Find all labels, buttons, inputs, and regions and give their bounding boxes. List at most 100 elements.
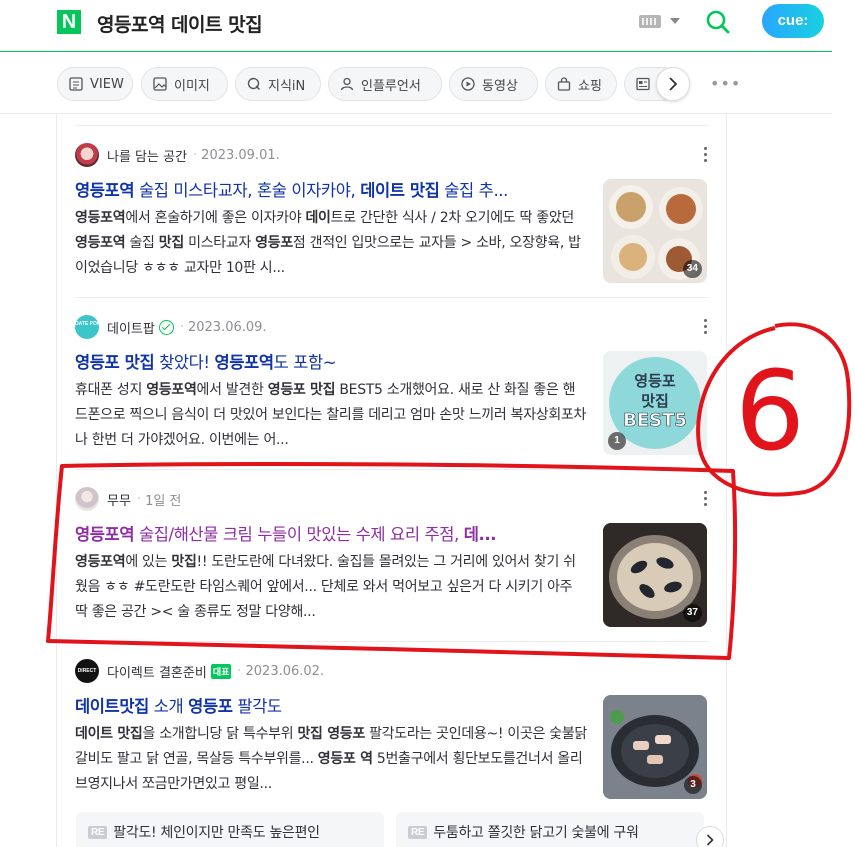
desc-highlight: 영등포역 [146,382,197,398]
desc-highlight: 영등포 맛집 [267,382,336,398]
desc-text: 트로 간단한 식사 / 2차 오기에도 딱 좋았던 [330,210,575,226]
post-date: 1일 전 [145,493,182,509]
desc-highlight: 영등포역 [75,554,126,570]
title-highlight: 영등포역 [75,181,135,200]
desc-text: 을 소개합니당 닭 특수부위 [142,726,298,742]
author-name: 무무 [107,493,131,509]
keyboard-icon[interactable] [639,15,661,28]
result-source[interactable]: 나를 담는 공간 · 2023.09.01. [75,143,280,167]
title-text: 술집 추... [439,181,509,200]
desc-text: 에서 발견한 [196,382,268,398]
result-title[interactable]: 영등포역 술집/해산물 크림 누들이 맛있는 수제 요리 주점, 데... [75,521,595,545]
result-item: DIRECT 다이렉트 결혼준비 대표 · 2023.06.02. 데이트맛집 … [75,659,710,809]
result-thumbnail[interactable]: 영등포 맛집 BEST5 1 [603,351,707,455]
desc-highlight: 영등포역 [75,235,126,251]
desc-text: 술집 [125,235,159,251]
result-thumbnail[interactable]: 34 [603,179,707,283]
chevron-down-icon[interactable] [670,18,680,24]
title-text: 도 포함~ [273,353,337,372]
result-thumbnail[interactable]: 3 [603,695,707,799]
tab-label: VIEW [90,76,124,92]
desc-text: 에서 혼술하기에 좋은 이자카야 [125,210,306,226]
tab-view[interactable]: VIEW [57,67,133,101]
separator-dot: · [193,147,198,163]
re-badge: RE [88,826,108,839]
related-post[interactable]: RE 팔각도! 체인이지만 만족도 높은편인 [76,812,384,847]
title-highlight: 데이트 맛집 [360,181,440,200]
desc-text: 휴대폰 성지 [75,382,147,398]
title-highlight: 데... [463,525,497,544]
result-title[interactable]: 데이트맛집 소개 영등포 팔각도 [75,693,595,717]
title-text: 찾았다! [154,353,215,372]
separator-dot: · [136,491,142,507]
more-icon[interactable]: ••• [710,74,741,93]
avatar: DIRECT [75,659,99,683]
title-highlight: 영등포 맛집 [75,353,155,372]
tabs-next-button[interactable] [656,67,690,101]
result-title[interactable]: 영등포역 술집 미스타교자, 혼술 이자카야, 데이트 맛집 술집 추... [75,177,595,201]
related-post[interactable]: RE 두툼하고 쫄깃한 닭고기 숯불에 구워 [396,812,704,847]
result-source[interactable]: 무무 · 1일 전 [75,487,181,511]
result-source[interactable]: DATE POP 데이트팝 · 2023.06.09. [75,315,267,339]
search-header: N 영등포역 데이트 맛집 cue: [0,0,832,52]
related-post-text: 두툼하고 쫄깃한 닭고기 숯불에 구워 [433,825,639,841]
search-query[interactable]: 영등포역 데이트 맛집 [97,10,263,37]
tab-shopping[interactable]: 쇼핑 [545,67,617,101]
cue-button[interactable]: cue: [762,4,824,38]
naver-logo[interactable]: N [57,10,81,34]
re-badge: RE [408,826,428,839]
chevron-right-icon [706,834,714,846]
result-description[interactable]: 휴대폰 성지 영등포역에서 발견한 영등포 맛집 BEST5 소개했어요. 새로… [75,378,587,453]
tab-label: 쇼핑 [578,78,602,94]
result-thumbnail[interactable]: 37 [603,523,707,627]
kebab-menu-icon[interactable] [704,319,708,335]
result-description[interactable]: 데이트 맛집을 소개합니당 닭 특수부위 맛집 영등포 팔각도라는 곳인데용~!… [75,722,587,797]
author-name: 나를 담는 공간 [107,149,188,165]
image-count-badge: 3 [684,776,702,794]
post-date: 2023.06.02. [245,663,325,679]
tab-kin[interactable]: 지식iN [235,67,321,101]
title-highlight: 영등포역 [214,353,275,372]
divider [76,641,708,642]
kebab-menu-icon[interactable] [704,147,708,163]
desc-highlight: 맛집 [171,554,197,570]
play-icon [461,77,475,91]
tab-image[interactable]: 이미지 [141,67,228,101]
divider [76,125,708,126]
desc-highlight: 영등포역 [75,210,126,226]
result-description[interactable]: 영등포역에서 혼술하기에 좋은 이자카야 데이트로 간단한 식사 / 2차 오기… [75,206,587,281]
thumb-line: 맛집 [641,392,669,410]
desc-highlight: 데이 [305,210,331,226]
tab-influencer[interactable]: 인플루언서 [328,67,442,101]
related-next-button[interactable] [696,826,724,847]
post-date: 2023.09.01. [201,147,280,163]
q-icon [247,77,260,90]
thumb-line: 영등포 [634,372,676,390]
tab-label: 인플루언서 [361,78,421,94]
desc-highlight: 맛집 영등포 [297,726,365,742]
result-item: 무무 · 1일 전 영등포역 술집/해산물 크림 누들이 맛있는 수제 요리 주… [75,487,710,637]
result-source[interactable]: DIRECT 다이렉트 결혼준비 대표 · 2023.06.02. [75,659,324,683]
title-text: 팔각도 [232,697,282,716]
kebab-menu-icon[interactable] [704,491,708,507]
desc-highlight: 영등포 [255,235,293,251]
document-icon [69,77,83,91]
separator-dot: · [237,663,242,679]
annotation-number: 6 [735,347,805,475]
author-name: 다이렉트 결혼준비 [107,665,207,681]
search-icon[interactable] [705,9,731,35]
related-post-text: 팔각도! 체인이지만 만족도 높은편인 [113,825,320,841]
thumb-line: BEST5 [623,410,687,431]
tab-label: 동영상 [482,78,518,94]
divider [76,297,708,298]
person-icon [340,77,354,91]
result-title[interactable]: 영등포 맛집 찾았다! 영등포역도 포함~ [75,349,595,373]
desc-highlight: 영등포 역 [317,751,373,767]
tab-video[interactable]: 동영상 [449,67,538,101]
avatar [75,143,99,167]
result-description[interactable]: 영등포역에 있는 맛집!! 도란도란에 다녀왔다. 술집들 몰려있는 그 거리에… [75,550,587,625]
image-count-badge: 37 [682,604,702,622]
news-icon [636,77,650,91]
tab-label: 이미지 [174,78,210,94]
desc-highlight: 맛집 [158,235,184,251]
